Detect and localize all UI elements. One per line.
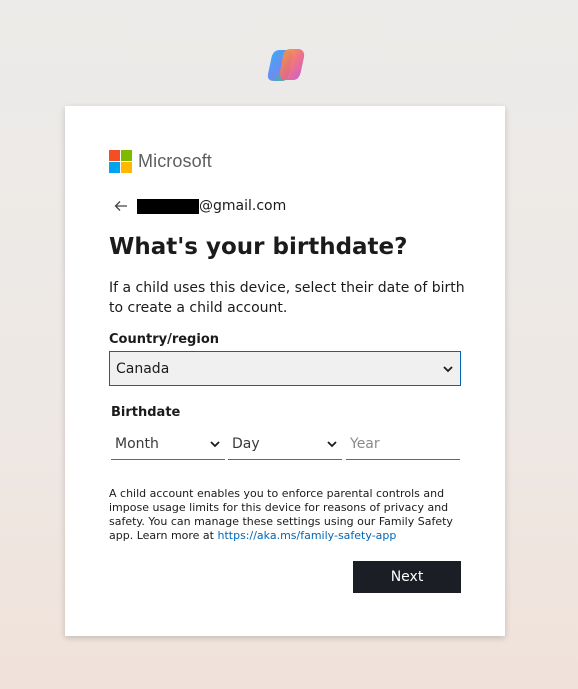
logo-square-yellow (121, 162, 132, 173)
page-title: What's your birthdate? (109, 234, 408, 260)
email-suffix: @gmail.com (199, 198, 287, 214)
month-value: Month (115, 435, 159, 452)
day-select[interactable]: Day (228, 428, 342, 460)
birthdate-label: Birthdate (111, 405, 181, 420)
chevron-down-icon (327, 440, 337, 447)
microsoft-logo-icon (109, 150, 132, 173)
chevron-down-icon (210, 440, 220, 447)
year-placeholder: Year (350, 435, 380, 452)
microsoft-wordmark: Microsoft (138, 151, 212, 171)
next-button[interactable]: Next (353, 561, 461, 593)
chevron-down-icon (443, 365, 453, 372)
year-input[interactable]: Year (346, 428, 460, 460)
country-select[interactable]: Canada (109, 351, 461, 386)
logo-square-blue (109, 162, 120, 173)
page-description: If a child uses this device, select thei… (109, 280, 465, 316)
redacted-email-prefix (137, 198, 199, 214)
family-safety-link[interactable]: https://aka.ms/family-safety-app (217, 529, 396, 542)
country-label: Country/region (109, 332, 220, 347)
day-value: Day (232, 435, 260, 452)
logo-square-red (109, 150, 120, 161)
logo-square-green (121, 150, 132, 161)
month-select[interactable]: Month (111, 428, 225, 460)
back-arrow-icon[interactable] (113, 198, 129, 214)
identity-row: @gmail.com (113, 198, 286, 214)
signin-card: Microsoft @gmail.com What's your birthda… (65, 106, 505, 636)
child-account-info: A child account enables you to enforce p… (109, 487, 459, 543)
copilot-logo-icon (267, 49, 305, 81)
country-value: Canada (116, 360, 170, 377)
microsoft-logo: Microsoft (109, 150, 212, 173)
